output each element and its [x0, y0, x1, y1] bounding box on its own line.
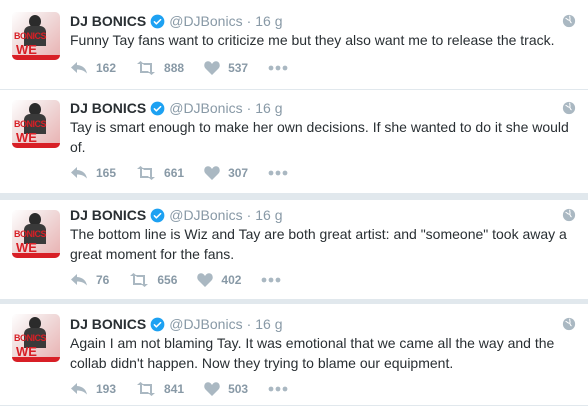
separator-dot: · — [246, 13, 252, 29]
tweet-header: DJ BONICS @DJBonics · 16 g — [70, 315, 283, 333]
retweet-count: 656 — [157, 273, 178, 287]
like-count: 402 — [221, 273, 242, 287]
retweet-button[interactable]: 656 — [129, 273, 177, 287]
tweet-card[interactable]: BONICS WE DJ BONICS @DJBonics · 16 g Tay… — [0, 90, 588, 194]
reply-count: 193 — [96, 382, 117, 396]
reply-count: 76 — [96, 273, 110, 287]
avatar-logo-text: BONICS — [14, 229, 47, 239]
user-handle[interactable]: @DJBonics — [169, 100, 242, 116]
heart-icon — [204, 166, 220, 180]
avatar[interactable]: BONICS WE — [12, 210, 60, 258]
timestamp[interactable]: 16 g — [255, 13, 282, 29]
avatar-logo-text: BONICS — [14, 333, 47, 343]
like-count: 503 — [228, 382, 249, 396]
reply-count: 162 — [96, 61, 117, 75]
heart-icon — [204, 382, 220, 396]
tweet-text: The bottom line is Wiz and Tay are both … — [70, 226, 567, 262]
timestamp[interactable]: 16 g — [255, 100, 282, 116]
verified-icon — [150, 317, 165, 331]
verified-icon — [150, 208, 165, 222]
reply-button[interactable]: 76 — [70, 273, 109, 287]
retweet-button[interactable]: 841 — [136, 382, 184, 396]
like-count: 307 — [228, 166, 249, 180]
more-button[interactable] — [261, 277, 281, 283]
display-name[interactable]: DJ BONICS — [70, 207, 146, 223]
tweet-header: DJ BONICS @DJBonics · 16 g — [70, 12, 283, 30]
retweet-icon — [137, 61, 156, 75]
more-icon — [268, 65, 288, 71]
globe-icon — [562, 208, 576, 222]
reply-icon — [71, 167, 87, 179]
display-name[interactable]: DJ BONICS — [70, 100, 146, 116]
more-icon — [268, 386, 288, 392]
separator-dot: · — [246, 207, 252, 223]
retweet-icon — [130, 273, 149, 287]
separator-dot: · — [246, 316, 252, 332]
tweet-text: Funny Tay fans want to criticize me but … — [70, 32, 555, 48]
heart-icon — [204, 61, 220, 75]
avatar-stripe — [12, 253, 60, 258]
user-handle[interactable]: @DJBonics — [169, 207, 242, 223]
like-count: 537 — [228, 61, 249, 75]
reply-button[interactable]: 165 — [70, 166, 116, 180]
retweet-count: 888 — [164, 61, 185, 75]
more-button[interactable] — [268, 170, 288, 176]
like-button[interactable]: 537 — [204, 61, 248, 75]
reply-count: 165 — [96, 166, 117, 180]
timestamp[interactable]: 16 g — [255, 316, 282, 332]
display-name[interactable]: DJ BONICS — [70, 316, 146, 332]
tweet-card[interactable]: BONICS WE DJ BONICS @DJBonics · 16 g Aga… — [0, 304, 588, 406]
verified-icon — [150, 14, 165, 28]
reply-icon — [71, 274, 87, 286]
avatar[interactable]: BONICS WE — [12, 100, 60, 148]
tweet-card[interactable]: BONICS WE DJ BONICS @DJBonics · 16 g Fun… — [0, 0, 588, 90]
retweet-count: 661 — [164, 166, 185, 180]
avatar-stripe — [12, 143, 60, 148]
more-button[interactable] — [268, 65, 288, 71]
tweet-text: Tay is smart enough to make her own deci… — [70, 119, 569, 155]
reply-icon — [71, 383, 87, 395]
heart-icon — [197, 273, 214, 287]
tweet-actions: 193 841 503 — [70, 381, 288, 397]
tweet-header: DJ BONICS @DJBonics · 16 g — [70, 99, 283, 117]
retweet-icon — [137, 166, 156, 180]
avatar[interactable]: BONICS WE — [12, 12, 60, 60]
more-icon — [262, 277, 281, 283]
globe-icon — [562, 14, 576, 28]
reply-button[interactable]: 162 — [70, 61, 116, 75]
like-button[interactable]: 307 — [204, 166, 248, 180]
reply-icon — [71, 62, 87, 74]
tweet-card[interactable]: BONICS WE DJ BONICS @DJBonics · 16 g The… — [0, 200, 588, 300]
timestamp[interactable]: 16 g — [255, 207, 282, 223]
verified-icon — [150, 101, 165, 115]
avatar-stripe — [12, 55, 60, 60]
retweet-count: 841 — [164, 382, 185, 396]
tweet-actions: 165 661 307 — [70, 165, 288, 181]
avatar-stripe — [12, 357, 60, 362]
more-icon — [268, 170, 288, 176]
retweet-icon — [137, 382, 156, 396]
user-handle[interactable]: @DJBonics — [169, 13, 242, 29]
user-handle[interactable]: @DJBonics — [169, 316, 242, 332]
retweet-button[interactable]: 661 — [136, 166, 184, 180]
reply-button[interactable]: 193 — [70, 382, 116, 396]
display-name[interactable]: DJ BONICS — [70, 13, 146, 29]
avatar[interactable]: BONICS WE — [12, 314, 60, 362]
globe-icon — [562, 101, 576, 115]
separator-dot: · — [246, 100, 252, 116]
tweet-actions: 76 656 402 — [70, 272, 281, 288]
like-button[interactable]: 402 — [197, 273, 241, 287]
tweet-header: DJ BONICS @DJBonics · 16 g — [70, 206, 283, 224]
tweet-text: Again I am not blaming Tay. It was emoti… — [70, 335, 555, 371]
like-button[interactable]: 503 — [204, 382, 248, 396]
more-button[interactable] — [268, 386, 288, 392]
retweet-button[interactable]: 888 — [136, 61, 184, 75]
avatar-logo-text: BONICS — [14, 119, 47, 129]
avatar-logo-text: BONICS — [14, 31, 47, 41]
globe-icon — [562, 317, 576, 331]
tweet-actions: 162 888 537 — [70, 60, 288, 76]
